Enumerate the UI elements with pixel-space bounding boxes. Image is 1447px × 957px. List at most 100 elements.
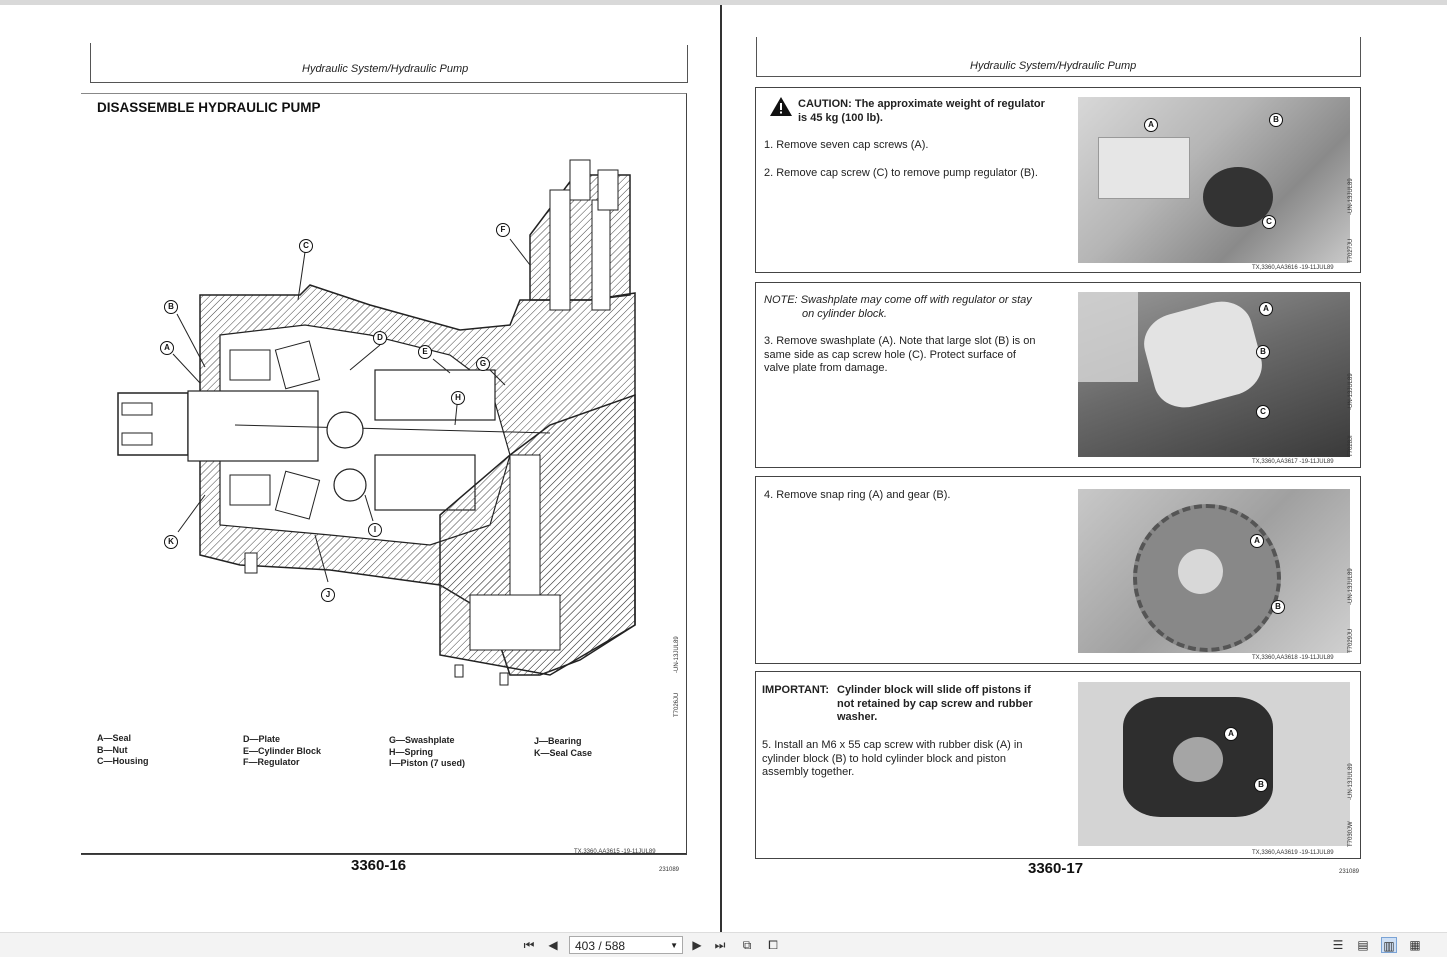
photo1-callout-b: B [1269,113,1283,127]
step-3: 3. Remove swashplate (A). Note that larg… [764,335,1035,376]
important-line: Cylinder block will slide off pistons if [837,684,1031,696]
photo3-id: T7029JU [1348,628,1354,653]
right-print-date: 231089 [1339,869,1360,875]
section1-ref: TX,3360,AA3616 -19-11JUL89 [1252,265,1334,271]
note-line: NOTE: Swashplate may come off with regul… [764,294,1032,308]
first-page-icon[interactable]: ⏮ [521,937,537,953]
photo4-callout-b: B [1254,778,1268,792]
left-page-number: 3360-16 [351,857,407,874]
photo4-callout-a: A [1224,727,1238,741]
legend-item: A—Seal [97,733,132,743]
diagram-callout-k: K [164,535,178,549]
left-figure-date: -UN-13JUL89 [674,636,680,673]
caution-label-line: CAUTION: The approximate weight of regul… [798,98,1045,112]
page-indicator: 403 / 588 [575,939,626,953]
photo4-id: T7030JW [1348,821,1354,847]
legend-col-1: A—Seal B—Nut C—Housing [97,733,149,768]
step-3-line: valve plate from damage. [764,362,888,374]
diagram-callout-h: H [451,391,465,405]
photo1-callout-c: C [1262,215,1276,229]
two-page-continuous-icon[interactable]: ▦ [1407,937,1423,953]
caution-text: The approximate weight of regulator [854,98,1045,110]
two-page-icon[interactable]: ▥ [1381,937,1397,953]
legend-item: H—Spring [389,746,433,757]
prev-page-icon[interactable]: ◀ [545,937,561,953]
left-ref-code: TX,3360,AA3615 -19-11JUL89 [574,849,656,855]
legend-item: G—Swashplate [389,735,455,745]
photo1-date: -UN-13JUL89 [1348,178,1354,215]
diagram-callout-f: F [496,223,510,237]
important-line: washer. [837,711,878,723]
fit-page-icon[interactable]: ⧉ [739,937,755,953]
legend-item: F—Regulator [243,757,300,767]
step-5-line: cylinder block (B) to hold cylinder bloc… [762,752,1006,765]
page-number-select[interactable]: 403 / 588 ▼ [569,936,683,954]
gear-photo [1078,489,1350,653]
legend-item: E—Cylinder Block [243,745,322,756]
left-page-title: DISASSEMBLE HYDRAULIC PUMP [97,100,321,115]
left-print-date: 231089 [659,867,680,873]
next-page-icon[interactable]: ▶ [689,937,705,953]
fit-width-icon[interactable]: ⧠ [765,937,781,953]
cylinder-block-photo [1078,682,1350,846]
right-page-number: 3360-17 [1028,860,1084,877]
legend-item: B—Nut [97,744,128,755]
legend-item: I—Piston (7 used) [389,758,466,768]
photo2-id: T7028JI [1348,435,1354,457]
section2-ref: TX,3360,AA3617 -19-11JUL89 [1252,459,1334,465]
step-3-line: same side as cap screw hole (C). Protect… [764,348,1016,361]
important-text: Cylinder block will slide off pistons if… [837,684,1033,725]
pump-cross-section-diagram [117,159,636,686]
diagram-callout-g: G [476,357,490,371]
photo-hand [1078,292,1138,382]
diagram-callout-d: D [373,331,387,345]
bottom-toolbar: ⏮ ◀ 403 / 588 ▼ ▶ ⏭ ⧉ ⧠ ☰ ▤ ▥ ▦ [0,932,1447,957]
legend-item: D—Plate [243,734,281,744]
photo-swashplate [1137,294,1269,415]
photo2-callout-a: A [1259,302,1273,316]
right-header: Hydraulic System/Hydraulic Pump [970,60,1137,72]
step-2: 2. Remove cap screw (C) to remove pump r… [764,167,1038,179]
left-header: Hydraulic System/Hydraulic Pump [302,63,469,75]
photo3-date: -UN-13JUL89 [1348,568,1354,605]
important-line: not retained by cap screw and rubber [837,697,1033,710]
photo1-id: T7027JU [1348,238,1354,263]
diagram-callout-c: C [299,239,313,253]
photo-hub [1178,549,1223,594]
diagram-callout-b: B [164,300,178,314]
step-5: 5. Install an M6 x 55 cap screw with rub… [762,739,1022,780]
photo-regulator-body [1098,137,1190,199]
header-left-rule [756,37,757,77]
section3-ref: TX,3360,AA3618 -19-11JUL89 [1252,655,1334,661]
section4-ref: TX,3360,AA3619 -19-11JUL89 [1252,850,1334,856]
diagram-callout-j: J [321,588,335,602]
diagram-callout-i: I [368,523,382,537]
legend-item: J—Bearing [534,736,582,746]
left-page: Hydraulic System/Hydraulic Pump DISASSEM… [0,5,720,932]
single-page-icon[interactable]: ☰ [1330,937,1346,953]
important-label: IMPORTANT: [762,684,830,696]
left-header-line [90,82,687,83]
step-1: 1. Remove seven cap screws (A). [764,139,929,151]
document-viewer[interactable]: Hydraulic System/Hydraulic Pump DISASSEM… [0,0,1447,932]
last-page-icon[interactable]: ⏭ [712,937,728,953]
continuous-icon[interactable]: ▤ [1355,937,1371,953]
photo2-callout-b: B [1256,345,1270,359]
legend-col-3: G—Swashplate H—Spring I—Piston (7 used) [389,735,465,770]
note-label: NOTE: [764,294,798,306]
step-4: 4. Remove snap ring (A) and gear (B). [764,489,951,501]
right-header-line [756,76,1360,77]
header-right-rule [687,45,688,83]
diagram-callout-e: E [418,345,432,359]
diagram-callout-a: A [160,341,174,355]
caution-icon [770,97,792,116]
photo3-callout-a: A [1250,534,1264,548]
photo2-callout-c: C [1256,405,1270,419]
step-3-line: 3. Remove swashplate (A). Note that larg… [764,335,1036,347]
swashplate-photo [1078,292,1350,457]
right-page: Hydraulic System/Hydraulic Pump CAUTION:… [722,5,1447,932]
photo-rubber-disk [1173,737,1223,782]
header-left-rule [90,43,91,83]
legend-item: C—Housing [97,756,149,766]
regulator-photo [1078,97,1350,263]
